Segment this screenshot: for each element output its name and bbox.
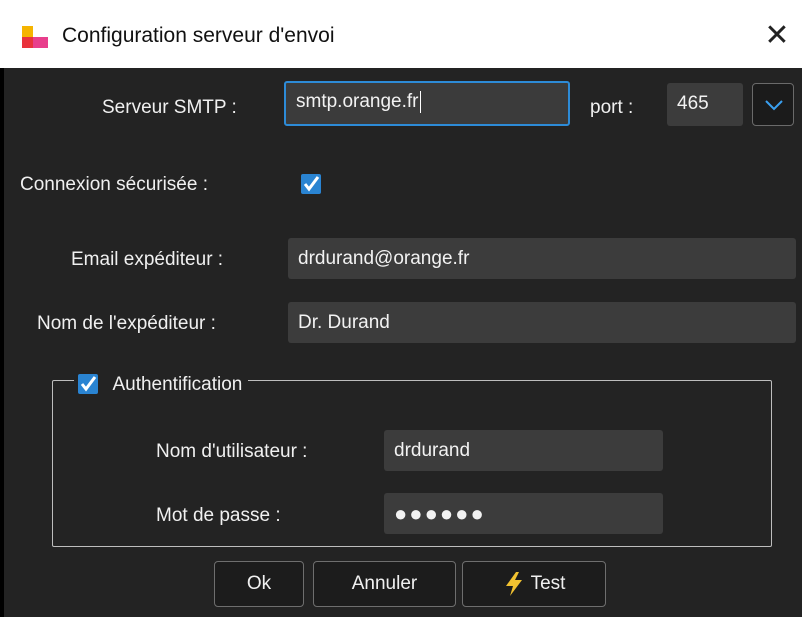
test-button[interactable]: Test — [462, 561, 606, 607]
sender-name-label: Nom de l'expéditeur : — [37, 313, 216, 334]
ok-button-label: Ok — [246, 573, 272, 594]
app-logo-icon — [22, 26, 48, 48]
authentication-label: Authentification — [112, 374, 243, 395]
checkmark-icon — [80, 376, 97, 392]
authentication-checkbox[interactable] — [78, 374, 98, 394]
port-input[interactable]: 465 — [667, 83, 743, 126]
sender-email-input[interactable]: drdurand@orange.fr — [288, 238, 796, 279]
ok-button[interactable]: Ok — [214, 561, 304, 607]
dialog-content: Serveur SMTP : smtp.orange.fr port : 465… — [4, 68, 802, 617]
cancel-button-label: Annuler — [351, 573, 418, 594]
window-title: Configuration serveur d'envoi — [62, 24, 335, 47]
cancel-button[interactable]: Annuler — [313, 561, 456, 607]
password-label: Mot de passe : — [156, 505, 281, 526]
title-bar: Configuration serveur d'envoi ✕ — [0, 0, 802, 68]
authentication-legend: Authentification — [74, 370, 249, 398]
password-input[interactable]: ●●●●●● — [384, 493, 663, 534]
smtp-server-input[interactable]: smtp.orange.fr — [284, 81, 570, 126]
close-button[interactable]: ✕ — [760, 18, 794, 54]
sender-name-input[interactable]: Dr. Durand — [288, 302, 796, 343]
smtp-server-label: Serveur SMTP : — [102, 97, 237, 118]
secure-connection-checkbox[interactable] — [301, 174, 321, 194]
lightning-bolt-icon — [505, 571, 522, 596]
close-icon: ✕ — [764, 19, 790, 52]
chevron-down-icon — [765, 100, 783, 111]
dialog-window: Configuration serveur d'envoi ✕ Serveur … — [0, 0, 802, 617]
sender-email-label: Email expéditeur : — [71, 249, 224, 270]
port-label: port : — [590, 97, 634, 118]
checkmark-icon — [303, 176, 320, 192]
text-caret — [419, 90, 421, 113]
secure-connection-label: Connexion sécurisée : — [20, 174, 208, 195]
test-button-label: Test — [530, 573, 566, 594]
username-label: Nom d'utilisateur : — [156, 441, 308, 462]
port-dropdown-button[interactable] — [752, 83, 794, 126]
username-input[interactable]: drdurand — [384, 430, 663, 471]
